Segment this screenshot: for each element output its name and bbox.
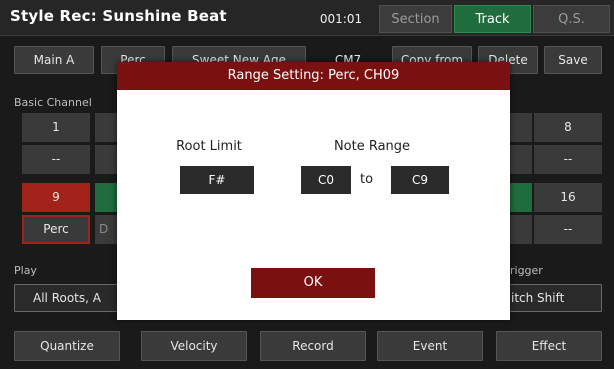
play-mode-select[interactable]: All Roots, A — [14, 284, 134, 312]
event-button[interactable]: Event — [377, 331, 483, 361]
channel-16-number[interactable]: 16 — [534, 183, 602, 212]
song-position: 001:01 — [319, 12, 363, 26]
channel-2-number[interactable] — [95, 113, 117, 142]
quantize-button[interactable]: Quantize — [14, 331, 120, 361]
play-label: Play — [14, 264, 37, 277]
channel-10-number[interactable] — [95, 183, 117, 212]
root-limit-value[interactable]: F# — [180, 166, 254, 194]
page-title: Style Rec: Sunshine Beat — [10, 7, 227, 25]
channel-7-number[interactable] — [510, 113, 532, 142]
main-a-button[interactable]: Main A — [14, 46, 94, 74]
channel-16-value[interactable]: -- — [534, 215, 602, 244]
tab-qs[interactable]: Q.S. — [533, 5, 610, 33]
root-limit-label: Root Limit — [176, 139, 242, 154]
channel-15-value[interactable] — [510, 215, 532, 244]
note-range-low[interactable]: C0 — [301, 166, 351, 194]
record-button[interactable]: Record — [260, 331, 366, 361]
note-range-label: Note Range — [333, 139, 411, 154]
tab-track[interactable]: Track — [454, 5, 531, 33]
save-button[interactable]: Save — [544, 46, 602, 74]
velocity-button[interactable]: Velocity — [141, 331, 247, 361]
channel-10-value[interactable]: D — [95, 215, 117, 244]
channel-8-number[interactable]: 8 — [534, 113, 602, 142]
channel-8-value[interactable]: -- — [534, 145, 602, 174]
channel-15-number[interactable] — [510, 183, 532, 212]
channel-9-value[interactable]: Perc — [22, 215, 90, 244]
channel-2-value[interactable] — [95, 145, 117, 174]
note-range-high[interactable]: C9 — [391, 166, 449, 194]
to-label: to — [360, 172, 374, 187]
trigger-label: rigger — [510, 264, 543, 277]
channel-1-value[interactable]: -- — [22, 145, 90, 174]
tab-section[interactable]: Section — [379, 5, 452, 33]
effect-button[interactable]: Effect — [496, 331, 602, 361]
range-setting-dialog: Range Setting: Perc, CH09 Root Limit F# … — [117, 62, 510, 320]
channel-1-number[interactable]: 1 — [22, 113, 90, 142]
channel-7-value[interactable] — [510, 145, 532, 174]
dialog-title: Range Setting: Perc, CH09 — [117, 62, 510, 90]
ok-button[interactable]: OK — [251, 268, 375, 298]
header-bar: Style Rec: Sunshine Beat 001:01 Section … — [0, 0, 614, 36]
channel-9-number[interactable]: 9 — [22, 183, 90, 212]
basic-channel-label: Basic Channel — [14, 96, 92, 109]
